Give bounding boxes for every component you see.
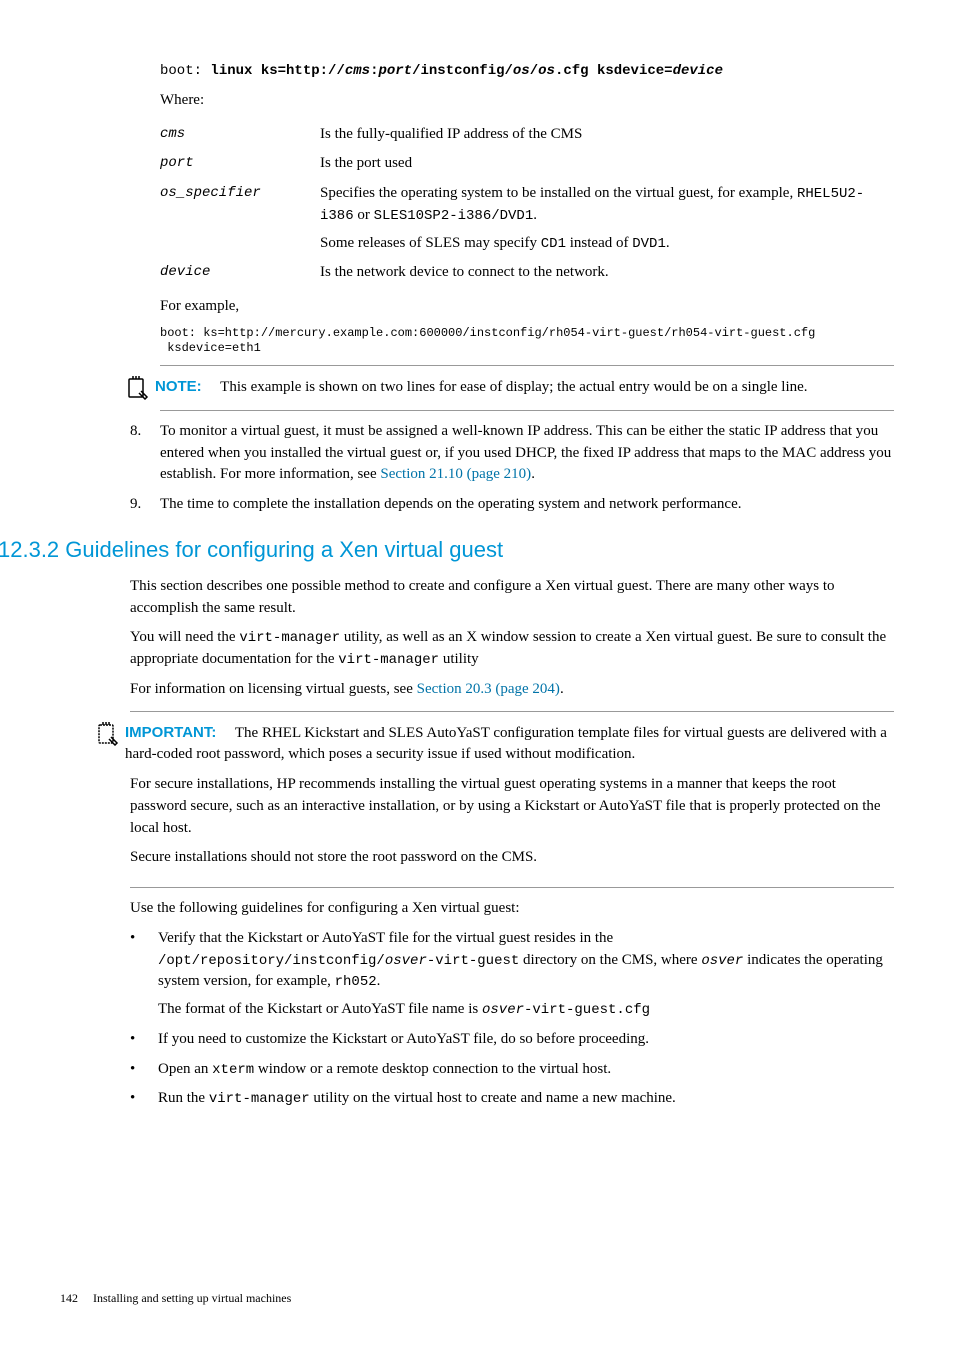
numbered-list: 8. To monitor a virtual guest, it must b… [160,421,894,516]
def-text: Is the port used [320,149,894,179]
page-footer: 142 Installing and setting up virtual ma… [60,1290,894,1307]
important-label: IMPORTANT: [125,724,216,741]
bullet-list: • Verify that the Kickstart or AutoYaST … [130,928,894,1110]
def-text: Is the network device to connect to the … [320,258,894,288]
bullet-item-3: • Open an xterm window or a remote deskt… [130,1059,894,1081]
body-para-2: You will need the virt-manager utility, … [130,627,894,671]
bullet-item-4: • Run the virt-manager utility on the vi… [130,1088,894,1110]
def-text: Specifies the operating system to be ins… [320,179,894,258]
definition-table: cms Is the fully-qualified IP address of… [160,120,894,289]
note-icon [125,376,155,400]
def-row-port: port Is the port used [160,149,894,179]
bullet-item-1: • Verify that the Kickstart or AutoYaST … [130,928,894,1021]
for-example-label: For example, [160,296,894,318]
note-label: NOTE: [155,378,202,395]
content-main: boot: linux ks=http://cms:port/instconfi… [160,60,894,516]
link-section-20-3[interactable]: Section 20.3 (page 204) [417,681,560,697]
important-icon [95,722,125,746]
def-row-device: device Is the network device to connect … [160,258,894,288]
def-term: cms [160,120,320,150]
guidelines-intro: Use the following guidelines for configu… [130,898,894,920]
important-block: IMPORTANT: The RHEL Kickstart and SLES A… [130,711,894,889]
boot-command-line: boot: linux ks=http://cms:port/instconfi… [160,60,894,82]
body-para-3: For information on licensing virtual gue… [130,679,894,701]
link-section-21-10[interactable]: Section 21.10 (page 210) [380,466,531,482]
footer-text: Installing and setting up virtual machin… [93,1291,291,1305]
bullet-item-2: • If you need to customize the Kickstart… [130,1029,894,1051]
def-term: os_specifier [160,179,320,258]
note-text: This example is shown on two lines for e… [220,379,807,395]
where-label: Where: [160,90,894,112]
def-row-os-specifier: os_specifier Specifies the operating sys… [160,179,894,258]
section-body: This section describes one possible meth… [130,576,894,1110]
note-block: NOTE: This example is shown on two lines… [160,365,894,411]
page-number: 142 [60,1291,78,1305]
list-item-8: 8. To monitor a virtual guest, it must b… [160,421,894,486]
list-item-9: 9. The time to complete the installation… [160,494,894,516]
section-heading: 12.3.2 Guidelines for configuring a Xen … [0,534,894,566]
def-row-cms: cms Is the fully-qualified IP address of… [160,120,894,150]
def-term: port [160,149,320,179]
example-code-block: boot: ks=http://mercury.example.com:6000… [160,326,894,357]
def-text: Is the fully-qualified IP address of the… [320,120,894,150]
body-para-1: This section describes one possible meth… [130,576,894,620]
note-content: NOTE: This example is shown on two lines… [155,376,808,399]
def-term: device [160,258,320,288]
